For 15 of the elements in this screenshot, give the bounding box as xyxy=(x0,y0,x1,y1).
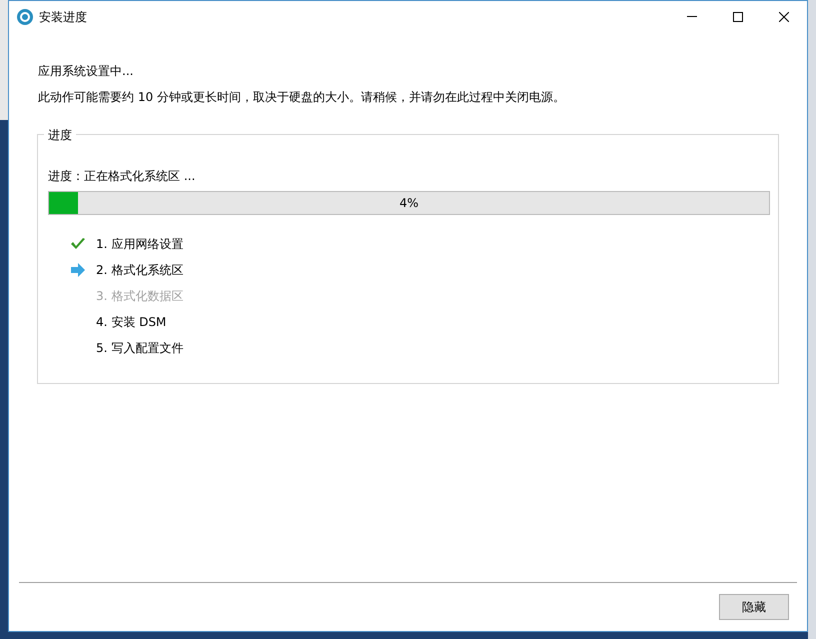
maximize-icon xyxy=(733,12,743,22)
app-logo-icon xyxy=(17,8,33,24)
step-label: 4. 安装 DSM xyxy=(96,314,166,331)
progress-percent: 4% xyxy=(398,195,420,212)
hide-button[interactable]: 隐藏 xyxy=(719,594,789,620)
description-text: 此动作可能需要约 10 分钟或更长时间，取决于硬盘的大小。请稍候，并请勿在此过程中关闭电源。 xyxy=(38,89,566,106)
step-label: 2. 格式化系统区 xyxy=(96,262,184,279)
step-label: 5. 写入配置文件 xyxy=(96,340,184,357)
window-title: 安装进度 xyxy=(39,8,87,26)
close-icon xyxy=(779,12,789,22)
progress-status: 进度：正在格式化系统区 ... xyxy=(48,168,196,185)
minimize-icon xyxy=(687,16,697,17)
step-label: 1. 应用网络设置 xyxy=(96,236,184,253)
step-label: 3. 格式化数据区 xyxy=(96,288,184,305)
status-heading: 应用系统设置中... xyxy=(38,63,134,80)
